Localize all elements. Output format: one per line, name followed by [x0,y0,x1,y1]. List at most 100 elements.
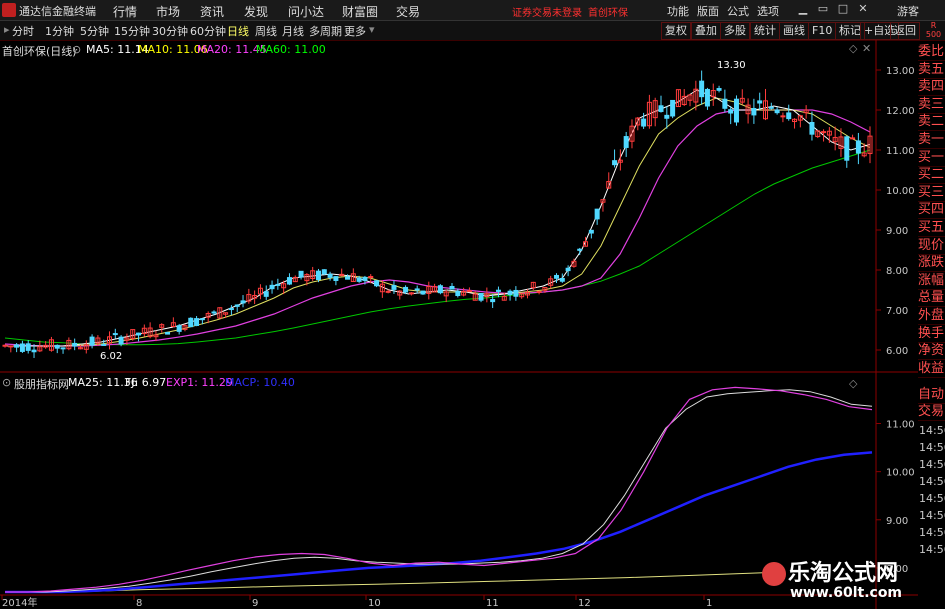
period-more[interactable]: 更多 [344,23,366,39]
period-tick[interactable]: 分时 [12,23,34,39]
period-30min[interactable]: 30分钟 [152,23,188,39]
menu-layout[interactable]: 版面 [697,3,719,19]
chart-settings-icon[interactable]: ⊙ [72,43,81,56]
side-btn[interactable]: 卖四 [918,78,945,97]
candle-body [176,325,182,332]
y-tick-label: 7.00 [886,306,908,317]
macp-line [5,451,873,594]
maximize-icon[interactable]: □ [836,2,850,16]
menu-function[interactable]: 功能 [667,3,689,19]
menu-quotes[interactable]: 行情 [113,3,137,20]
menu-market[interactable]: 市场 [156,3,180,20]
tool-overlay[interactable]: 叠加 [691,22,721,40]
side-btn[interactable]: 卖五 [918,61,945,79]
candle-body [716,88,722,91]
candle-body [72,342,78,347]
period-monthly[interactable]: 月线 [282,23,304,39]
sub-diamond-icon[interactable]: ◇ [849,377,857,390]
tool-f10[interactable]: F10 [808,22,837,40]
side-btn[interactable]: 涨幅 [918,272,945,290]
side-btn[interactable]: 总量 [918,289,945,308]
ma5-line [5,89,871,347]
y-tick-label: 12.00 [886,106,915,117]
candle-body [594,208,600,220]
candle-body [60,347,66,350]
candle-body [362,276,368,281]
candle-body [414,288,420,291]
main-y-ticks: 6.00 7.00 8.00 9.00 10.00 11.00 12.00 13.00 [886,66,915,357]
tool-multi-stock[interactable]: 多股 [720,22,750,40]
side-btn[interactable]: 买一 [918,149,945,167]
stock-link[interactable]: 首创环保 [588,4,628,19]
tool-back[interactable]: 返回 [890,22,920,40]
menu-news[interactable]: 资讯 [200,3,224,20]
chart-area[interactable]: 6.00 7.00 8.00 9.00 10.00 11.00 12.00 13.00 11.… [0,40,918,609]
y-tick-label: 10.00 [886,186,915,197]
period-multi[interactable]: 多周期 [309,23,342,39]
menu-assistant[interactable]: 问小达 [288,3,324,20]
side-btn[interactable]: 买四 [918,201,945,220]
candle-body [333,276,339,281]
side-btn[interactable]: 涨跌 [918,254,945,273]
ma10-line [5,97,871,347]
app-title: 通达信金融终端 [19,5,96,18]
period-daily[interactable]: 日线 [227,23,249,39]
candle-body [19,343,25,352]
toolbar-arrow-icon[interactable]: ▸ [4,23,10,36]
diamond-icon[interactable]: ◇ [849,42,857,55]
indicator-name[interactable]: 股朋指标网 [14,376,69,392]
candle-body [89,336,95,346]
tool-stats[interactable]: 统计 [750,22,780,40]
side-btn[interactable]: 买五 [918,219,945,237]
candle-body [321,269,327,275]
period-weekly[interactable]: 周线 [255,23,277,39]
candle-body [757,100,763,104]
side-btn[interactable]: 外盘 [918,307,945,325]
side-btn-lower[interactable]: 交易 [918,403,945,421]
x-tick-label: 12 [578,598,591,609]
macp-label: MACP: 10.40 [225,376,295,389]
candle-body [844,136,850,161]
menu-options[interactable]: 选项 [757,3,779,19]
y-tick-label: 11.00 [886,146,915,157]
period-1min[interactable]: 1分钟 [45,23,74,39]
more-chevron-icon[interactable]: ▾ [369,23,375,36]
exp1-line [5,386,873,593]
login-warning[interactable]: 证券交易未登录 [512,4,582,19]
stock-name[interactable]: 首创环保(日线) [2,43,77,59]
menu-formula[interactable]: 公式 [727,3,749,19]
side-btn[interactable]: 换手 [918,325,945,343]
side-btn[interactable]: 买二 [918,166,945,185]
side-btn[interactable]: 卖一 [918,131,945,149]
restore-icon[interactable]: ▭ [816,2,830,16]
menu-trade[interactable]: 交易 [396,3,420,20]
menu-wealth[interactable]: 财富圈 [342,3,378,20]
side-btn[interactable]: 买三 [918,184,945,202]
rs-box[interactable]: R 500 [922,21,945,40]
candle-body [495,289,501,292]
side-time: 14:56 [919,475,945,488]
guest-label[interactable]: 游客 [897,3,919,19]
panel-close-icon[interactable]: ✕ [862,42,871,55]
period-60min[interactable]: 60分钟 [190,23,226,39]
sub-y-tick-label: 10.00 [886,468,915,479]
tool-draw[interactable]: 画线 [779,22,809,40]
side-btn[interactable]: 卖二 [918,113,945,132]
close-icon[interactable]: ✕ [856,2,870,16]
candle-body [466,290,472,293]
side-btn-lower[interactable]: 自动 [918,386,945,404]
side-btn[interactable]: 卖三 [918,96,945,114]
candle-body [240,300,246,304]
side-btn[interactable]: 委比 [918,43,945,61]
minimize-icon[interactable]: ▁ [796,2,810,16]
side-btn[interactable]: 收益 [918,360,945,378]
y-tick-label: 9.00 [886,226,908,237]
period-15min[interactable]: 15分钟 [114,23,150,39]
tool-adjust[interactable]: 复权 [661,22,691,40]
side-btn[interactable]: 现价 [918,237,945,255]
period-5min[interactable]: 5分钟 [80,23,109,39]
side-btn[interactable]: 净资 [918,342,945,361]
candle-body [704,88,710,107]
sub-settings-icon[interactable]: ⊙ [2,376,11,389]
menu-discover[interactable]: 发现 [244,3,268,20]
